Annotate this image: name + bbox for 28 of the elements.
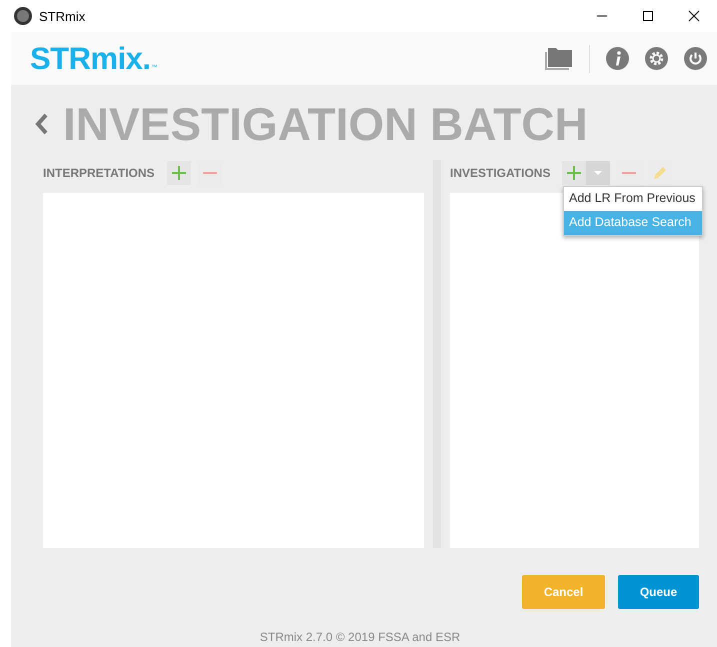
panel-label: INTERPRETATIONS — [43, 166, 155, 180]
caret-icon — [594, 170, 602, 174]
list-area[interactable] — [450, 193, 699, 548]
minus-icon — [202, 172, 217, 174]
queue-button[interactable]: Queue — [618, 575, 699, 609]
close-icon[interactable] — [688, 10, 700, 22]
pencil-icon — [654, 166, 667, 179]
back-icon[interactable] — [35, 113, 49, 135]
brand-logo: STRmix. — [30, 40, 151, 76]
maximize-icon[interactable] — [642, 10, 654, 22]
add-button[interactable] — [166, 160, 191, 184]
info-icon[interactable] — [606, 47, 629, 70]
window-title: STRmix — [39, 8, 86, 24]
page-heading: INVESTIGATION BATCH — [63, 97, 588, 151]
footer-text: STRmix 2.7.0 © 2019 FSSA and ESR — [258, 630, 462, 644]
add-button[interactable] — [562, 160, 586, 184]
power-icon[interactable] — [684, 47, 707, 70]
dropdown-button[interactable] — [586, 160, 610, 184]
menu-item[interactable]: Add LR From Previous — [564, 187, 702, 211]
cancel-button[interactable]: Cancel — [522, 575, 605, 609]
settings-icon[interactable] — [645, 47, 668, 70]
plus-icon — [567, 166, 582, 180]
plus-icon — [172, 166, 186, 180]
minus-icon — [622, 172, 636, 174]
folder-icon[interactable] — [545, 48, 573, 70]
menu-item[interactable]: Add Database Search — [564, 211, 702, 235]
panel-label: INVESTIGATIONS — [450, 166, 550, 180]
app-logo-icon — [14, 7, 32, 25]
